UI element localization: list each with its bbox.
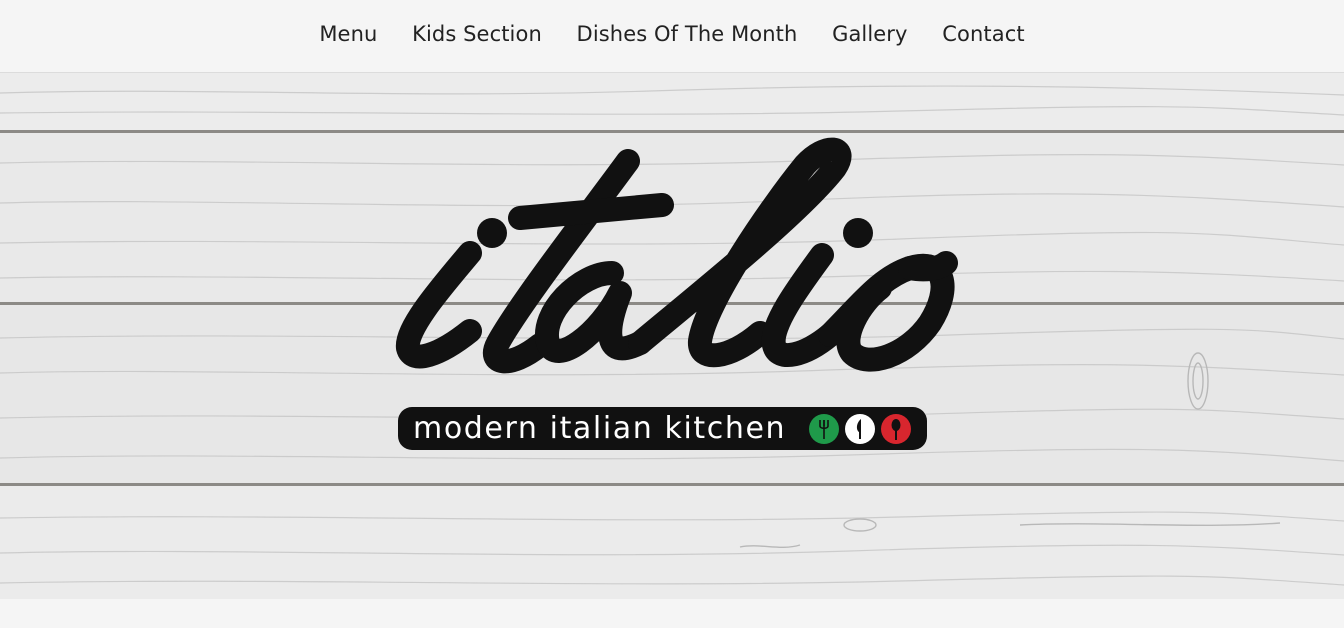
top-navigation-bar: Menu Kids Section Dishes Of The Month Ga…	[0, 0, 1344, 73]
page-bottom-strip	[0, 599, 1344, 628]
nav-item-contact[interactable]: Contact	[942, 22, 1024, 46]
tagline-text: modern italian kitchen	[413, 411, 787, 446]
knife-icon	[845, 414, 875, 444]
nav-item-menu[interactable]: Menu	[319, 22, 377, 46]
italio-logo	[395, 137, 958, 374]
nav-item-dishes-of-the-month[interactable]: Dishes Of The Month	[577, 22, 798, 46]
hero-banner: modern italian kitchen	[0, 73, 1344, 599]
spoon-icon	[881, 414, 911, 444]
main-nav: Menu Kids Section Dishes Of The Month Ga…	[0, 22, 1344, 46]
nav-item-kids-section[interactable]: Kids Section	[412, 22, 542, 46]
nav-item-gallery[interactable]: Gallery	[832, 22, 908, 46]
fork-icon	[809, 414, 839, 444]
